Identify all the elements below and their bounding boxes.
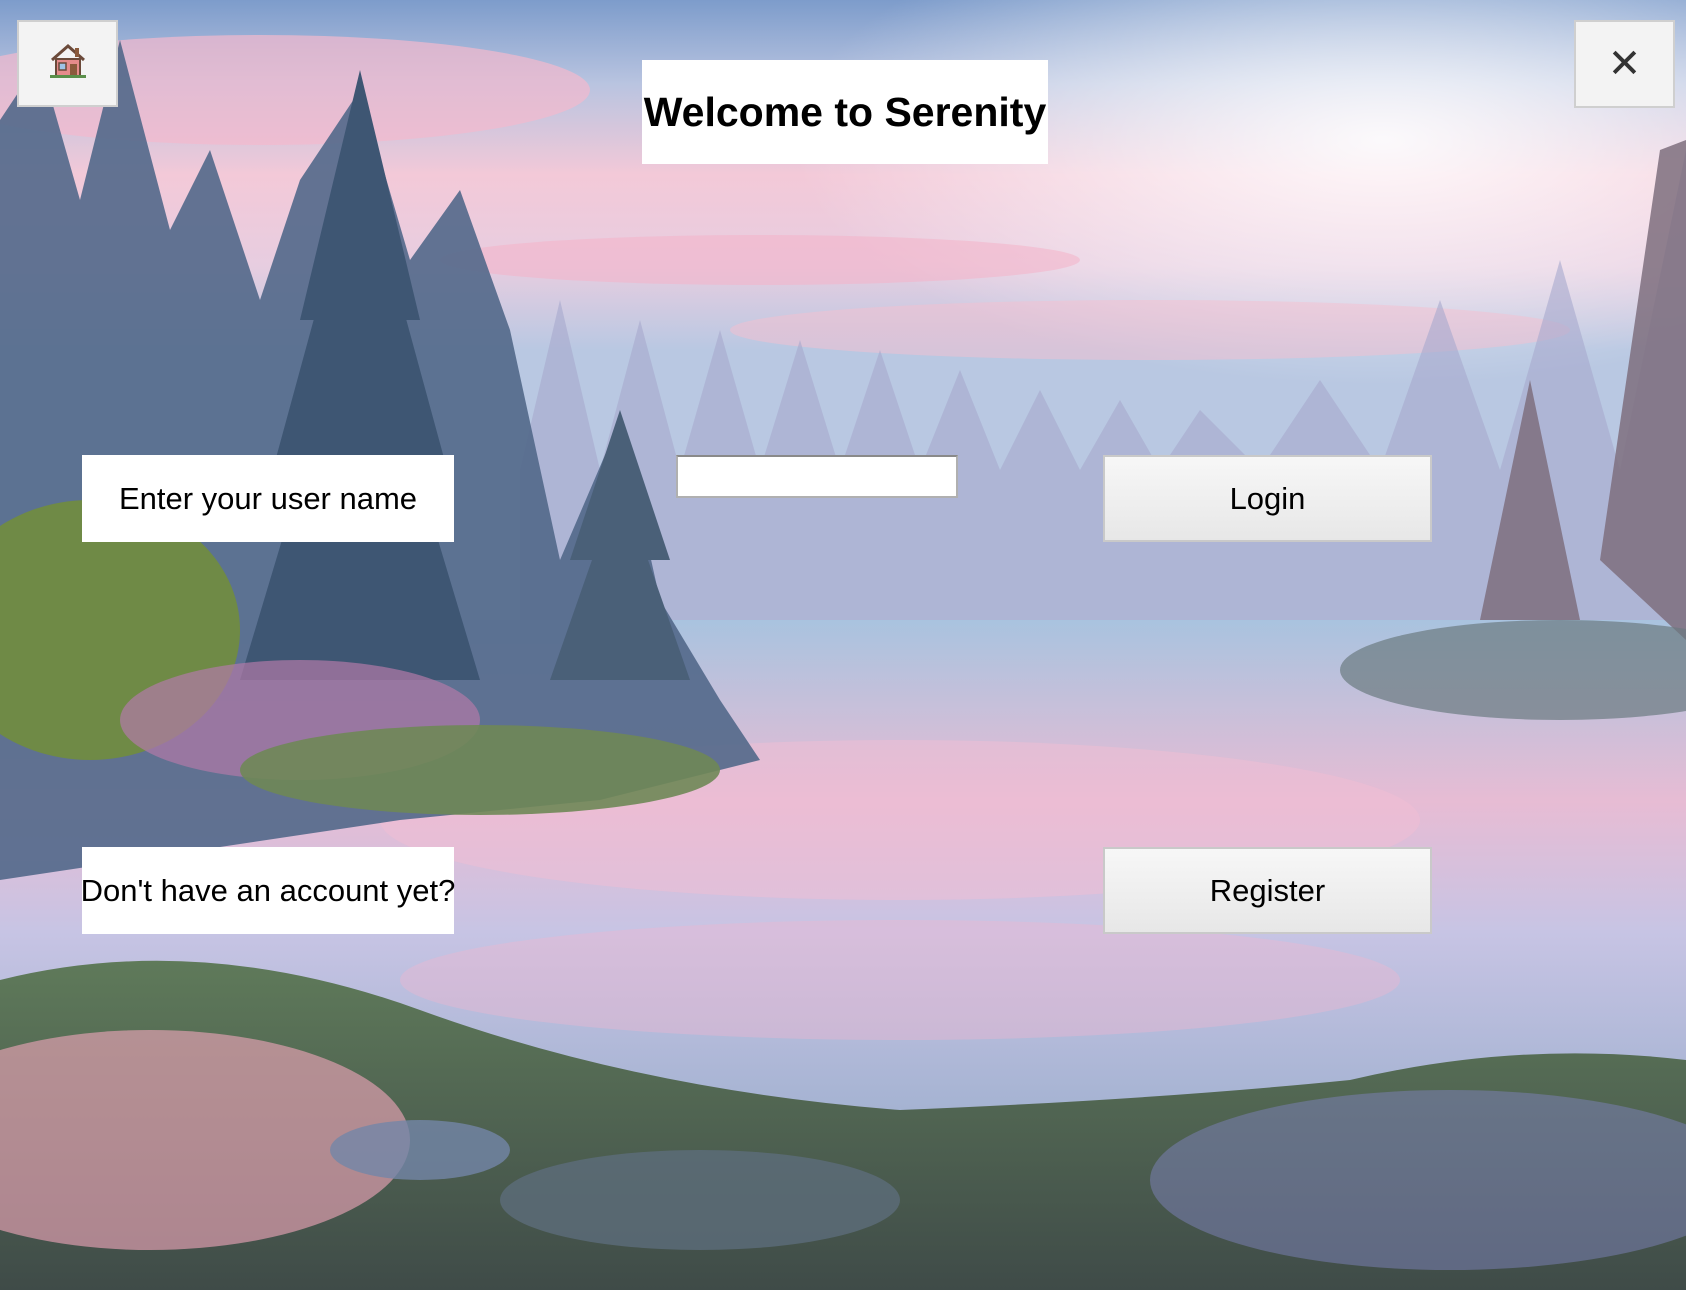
close-button[interactable]: ✕	[1574, 20, 1675, 108]
register-prompt: Don't have an account yet?	[81, 847, 455, 934]
house-icon	[48, 41, 88, 86]
register-button[interactable]: Register	[1103, 847, 1432, 934]
close-icon: ✕	[1607, 41, 1642, 87]
home-button[interactable]	[17, 20, 118, 107]
landscape-illustration	[0, 0, 1686, 1290]
username-label: Enter your user name	[82, 455, 454, 542]
page-title: Welcome to Serenity	[642, 60, 1048, 164]
username-input[interactable]	[676, 455, 958, 498]
background-scenery	[0, 0, 1686, 1290]
login-button[interactable]: Login	[1103, 455, 1432, 542]
